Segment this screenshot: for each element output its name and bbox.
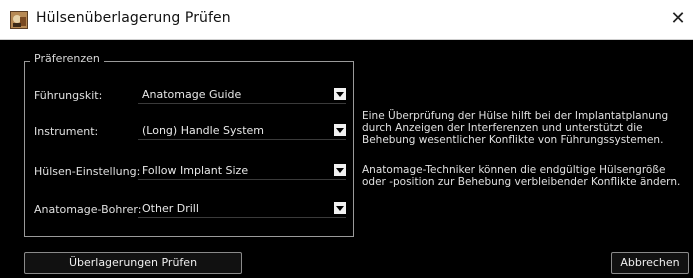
drill-label: Anatomage-Bohrer:: [34, 203, 142, 216]
title-bar: Hülsenüberlagerung Prüfen ✕: [0, 0, 693, 40]
sleeve-setting-dropdown[interactable]: Follow Implant Size: [138, 163, 346, 180]
cancel-button[interactable]: Abbrechen: [611, 252, 689, 274]
guide-kit-value: Anatomage Guide: [142, 88, 242, 101]
instrument-label: Instrument:: [34, 125, 99, 138]
preferences-group-title: Präferenzen: [30, 52, 104, 65]
app-icon: [10, 11, 28, 29]
info-paragraph-1: Eine Überprüfung der Hülse hilft bei der…: [362, 110, 669, 146]
instrument-dropdown[interactable]: (Long) Handle System: [138, 123, 346, 140]
chevron-down-icon[interactable]: [334, 202, 346, 214]
chevron-down-icon[interactable]: [334, 164, 346, 176]
check-overlaps-button[interactable]: Überlagerungen Prüfen: [24, 252, 242, 274]
drill-dropdown[interactable]: Other Drill: [138, 201, 346, 218]
guide-kit-label: Führungskit:: [34, 89, 103, 102]
window-title: Hülsenüberlagerung Prüfen: [36, 10, 231, 26]
sleeve-setting-label: Hülsen-Einstellung:: [34, 165, 141, 178]
drill-value: Other Drill: [142, 202, 199, 215]
chevron-down-icon[interactable]: [334, 88, 346, 100]
sleeve-setting-value: Follow Implant Size: [142, 164, 249, 177]
instrument-value: (Long) Handle System: [142, 124, 265, 137]
close-icon[interactable]: ✕: [667, 8, 689, 30]
guide-kit-dropdown[interactable]: Anatomage Guide: [138, 87, 346, 104]
chevron-down-icon[interactable]: [334, 124, 346, 136]
info-paragraph-2: Anatomage-Techniker können die endgültig…: [362, 164, 681, 188]
